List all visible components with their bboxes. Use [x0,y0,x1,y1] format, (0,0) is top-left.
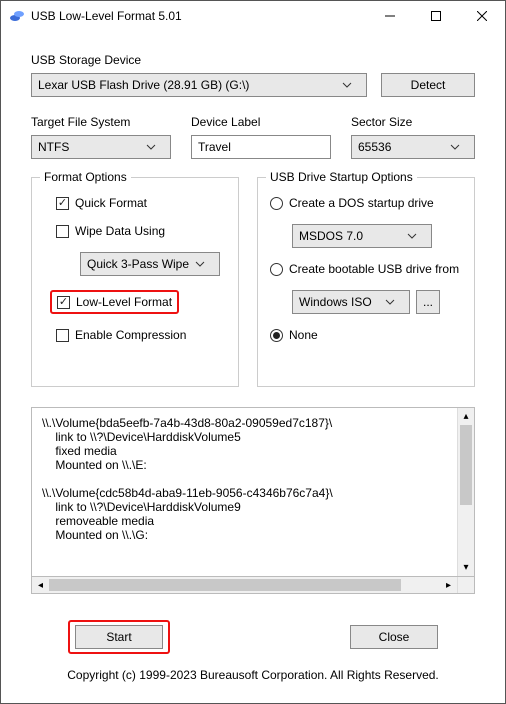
bootable-usb-radio[interactable]: Create bootable USB drive from [270,262,462,276]
format-options-legend: Format Options [40,170,131,184]
fs-label: Target File System [31,115,171,129]
none-radio[interactable]: None [270,328,462,342]
app-window: USB Low-Level Format 5.01 USB Storage De… [0,0,506,704]
scroll-right-icon[interactable]: ▸ [440,577,457,593]
chevron-down-icon [342,82,360,88]
device-select[interactable]: Lexar USB Flash Drive (28.91 GB) (G:\) [31,73,367,97]
chevron-down-icon [385,299,403,305]
wipe-data-checkbox[interactable]: Wipe Data Using [56,224,226,238]
startup-options-legend: USB Drive Startup Options [266,170,417,184]
sector-select[interactable]: 65536 [351,135,475,159]
radio-icon [270,197,283,210]
checkbox-icon [56,225,69,238]
low-level-format-checkbox[interactable]: Low-Level Format [57,295,172,309]
sector-label: Sector Size [351,115,475,129]
device-label-input[interactable]: Travel [191,135,331,159]
close-button[interactable]: Close [350,625,438,649]
horizontal-scrollbar[interactable]: ◂ ▸ [31,577,475,594]
enable-compression-checkbox[interactable]: Enable Compression [56,328,226,342]
radio-icon [270,263,283,276]
checkbox-icon [57,296,70,309]
chevron-down-icon [146,144,164,150]
scroll-up-icon[interactable]: ▴ [458,408,474,425]
startup-options-group: USB Drive Startup Options Create a DOS s… [257,177,475,387]
titlebar: USB Low-Level Format 5.01 [1,1,505,31]
device-label-label: Device Label [191,115,331,129]
start-button[interactable]: Start [75,625,163,649]
wipe-method-select[interactable]: Quick 3-Pass Wipe [80,252,220,276]
log-text: \\.\Volume{bda5eefb-7a4b-43d8-80a2-09059… [32,408,457,576]
window-title: USB Low-Level Format 5.01 [31,9,182,23]
maximize-button[interactable] [413,1,459,31]
log-output: \\.\Volume{bda5eefb-7a4b-43d8-80a2-09059… [31,407,475,577]
quick-format-checkbox[interactable]: Quick Format [56,196,226,210]
scroll-thumb[interactable] [49,579,401,591]
minimize-button[interactable] [367,1,413,31]
checkbox-icon [56,197,69,210]
close-window-button[interactable] [459,1,505,31]
chevron-down-icon [195,261,213,267]
scroll-down-icon[interactable]: ▾ [458,559,474,576]
bootable-source-select[interactable]: Windows ISO [292,290,410,314]
dos-startup-radio[interactable]: Create a DOS startup drive [270,196,462,210]
copyright-text: Copyright (c) 1999-2023 Bureausoft Corpo… [31,668,475,682]
scroll-left-icon[interactable]: ◂ [32,577,49,593]
browse-button[interactable]: ... [416,290,440,314]
scroll-thumb[interactable] [460,425,472,505]
checkbox-icon [56,329,69,342]
vertical-scrollbar[interactable]: ▴ ▾ [457,408,474,576]
format-options-group: Format Options Quick Format Wipe Data Us… [31,177,239,387]
detect-button[interactable]: Detect [381,73,475,97]
scroll-corner [457,577,474,593]
chevron-down-icon [407,233,425,239]
device-label: USB Storage Device [31,53,475,67]
dos-version-select[interactable]: MSDOS 7.0 [292,224,432,248]
app-icon [9,8,25,24]
chevron-down-icon [450,144,468,150]
radio-icon [270,329,283,342]
fs-select[interactable]: NTFS [31,135,171,159]
